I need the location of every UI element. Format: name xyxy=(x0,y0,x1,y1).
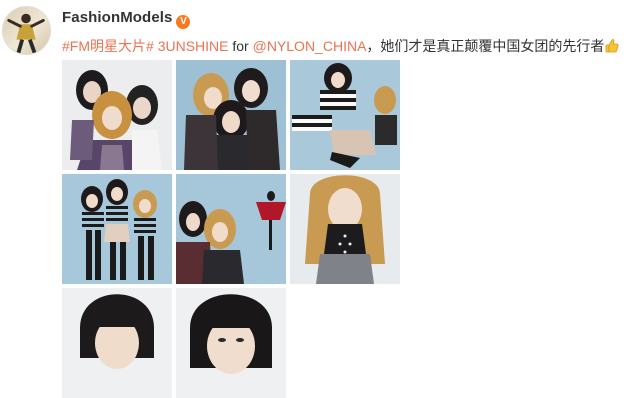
post-for-word: for xyxy=(232,38,249,54)
three-women-photo xyxy=(176,60,286,170)
photo-7[interactable] xyxy=(62,288,172,398)
two-women-photo xyxy=(176,174,286,284)
photo-1[interactable] xyxy=(62,60,172,170)
bob-hair-portrait-photo xyxy=(176,288,286,398)
woman-portrait-photo xyxy=(290,174,400,284)
verified-badge-icon: V xyxy=(176,15,191,29)
photo-4[interactable] xyxy=(62,174,172,284)
women-lying-photo xyxy=(290,60,400,170)
post-text: #FM明星大片# 3UNSHINE for @NYLON_CHINA，她们才是真… xyxy=(62,36,620,56)
photo-8[interactable] xyxy=(176,288,286,398)
photo-2[interactable] xyxy=(176,60,286,170)
three-women-standing-photo xyxy=(62,174,172,284)
mention-account[interactable]: @NYLON_CHINA xyxy=(253,38,367,54)
fashion-model-avatar-icon xyxy=(7,13,45,54)
avatar[interactable] xyxy=(2,6,51,55)
bob-hair-portrait-photo xyxy=(62,288,172,398)
post-body-text: ，她们才是真正颠覆中国女团的先行者 xyxy=(366,38,605,54)
photo-3[interactable] xyxy=(290,60,400,170)
thumbs-up-icon xyxy=(604,38,620,54)
three-women-photo xyxy=(62,60,172,170)
mention-group[interactable]: 3UNSHINE xyxy=(158,38,229,54)
photo-5[interactable] xyxy=(176,174,286,284)
username[interactable]: FashionModels V xyxy=(62,9,191,29)
username-text[interactable]: FashionModels xyxy=(62,9,172,26)
topic-link[interactable]: #FM明星大片# xyxy=(62,38,154,54)
photo-6[interactable] xyxy=(290,174,400,284)
